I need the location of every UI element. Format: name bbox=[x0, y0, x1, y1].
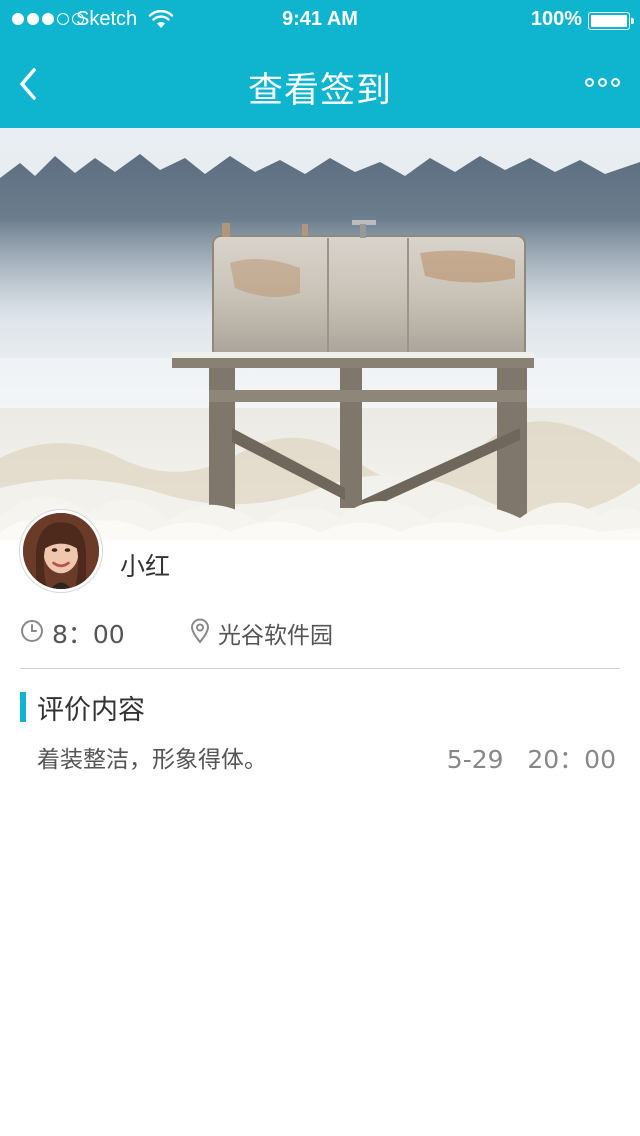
checkin-photo bbox=[0, 128, 640, 540]
battery-percent: 100% bbox=[530, 8, 582, 30]
top-bar: Sketch 9:41 AM 100% 查看签到 bbox=[0, 0, 640, 128]
checkin-time: 8：00 bbox=[52, 620, 125, 649]
checkin-location: 光谷软件园 bbox=[218, 623, 333, 649]
avatar bbox=[20, 510, 102, 592]
status-bar: Sketch 9:41 AM 100% bbox=[0, 0, 640, 40]
page-title: 查看签到 bbox=[247, 71, 392, 111]
comment-time: 5-29 20：00 bbox=[446, 745, 616, 774]
comment-text: 着装整洁，形象得体。 bbox=[37, 747, 267, 773]
location-pin-icon bbox=[190, 618, 210, 644]
user-name: 小红 bbox=[120, 552, 171, 581]
section-accent-bar bbox=[20, 692, 26, 722]
battery-icon bbox=[588, 12, 634, 30]
checkin-info: 8：00 光谷软件园 bbox=[20, 615, 620, 651]
section-title: 评价内容 bbox=[37, 695, 145, 726]
nav-bar: 查看签到 bbox=[0, 40, 640, 128]
clock-icon bbox=[21, 620, 43, 642]
divider bbox=[20, 668, 620, 669]
more-icon[interactable] bbox=[585, 78, 620, 87]
